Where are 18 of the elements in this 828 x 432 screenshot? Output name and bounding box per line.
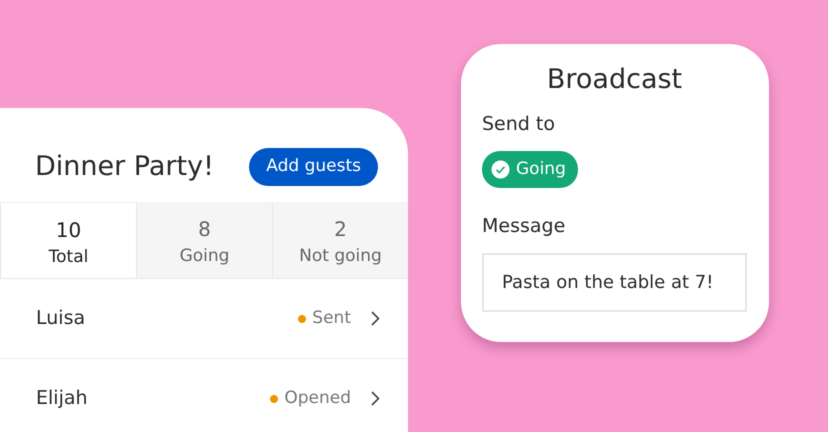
stat-tab[interactable]: 10 Total <box>0 202 136 278</box>
guest-name: Elijah <box>36 386 89 412</box>
message-field[interactable]: Pasta on the table at 7! <box>482 252 747 312</box>
guest-status: Sent <box>312 306 351 330</box>
message-label: Message <box>482 214 566 240</box>
stat-tab[interactable]: 8 Going <box>136 202 272 278</box>
check-circle-icon <box>491 160 510 180</box>
chevron-right-icon <box>371 311 380 326</box>
guest-name: Luisa <box>36 306 86 332</box>
guest-row[interactable]: Elijah Opened <box>0 359 408 432</box>
add-guests-button[interactable]: Add guests <box>249 148 378 186</box>
guest-row[interactable]: Luisa Sent <box>0 279 408 359</box>
chevron-right-icon <box>371 391 380 406</box>
stat-tab[interactable]: 2 Not going <box>272 202 408 278</box>
event-title: Dinner Party! <box>35 150 214 183</box>
broadcast-title: Broadcast <box>546 64 684 96</box>
guest-status: Opened <box>284 386 351 410</box>
send-to-label: Send to <box>482 112 556 138</box>
